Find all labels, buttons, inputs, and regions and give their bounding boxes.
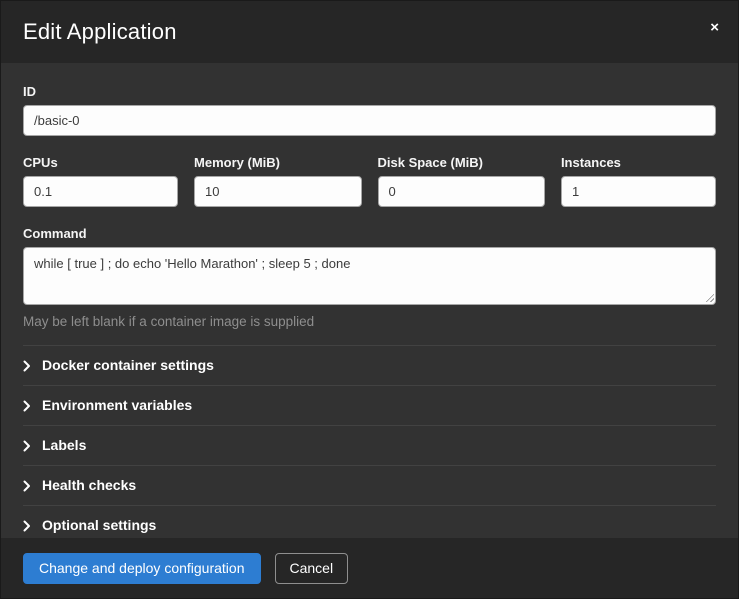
instances-label: Instances [561,155,716,170]
instances-input[interactable] [561,176,716,207]
cancel-button[interactable]: Cancel [275,553,349,584]
cpus-label: CPUs [23,155,178,170]
command-label: Command [23,226,716,241]
id-label: ID [23,84,716,99]
chevron-right-icon [23,360,31,372]
modal-header: Edit Application × [1,1,738,63]
command-textarea-wrap: while [ true ] ; do echo 'Hello Marathon… [23,247,716,305]
id-field-group: ID [23,84,716,136]
memory-input[interactable] [194,176,361,207]
section-optional-settings[interactable]: Optional settings [23,505,716,538]
change-and-deploy-button[interactable]: Change and deploy configuration [23,553,261,584]
modal-title: Edit Application [23,18,716,45]
memory-label: Memory (MiB) [194,155,361,170]
memory-field-group: Memory (MiB) [194,155,361,207]
chevron-right-icon [23,440,31,452]
instances-field-group: Instances [561,155,716,207]
modal-body: ID CPUs Memory (MiB) Disk Space (MiB) In… [1,63,738,538]
section-label: Optional settings [42,517,156,534]
close-icon[interactable]: × [706,18,723,37]
collapsible-sections: Docker container settings Environment va… [23,345,716,538]
command-field-group: Command while [ true ] ; do echo 'Hello … [23,226,716,330]
cpus-input[interactable] [23,176,178,207]
chevron-right-icon [23,400,31,412]
section-label: Labels [42,437,86,454]
cpus-field-group: CPUs [23,155,178,207]
command-help-text: May be left blank if a container image i… [23,314,716,330]
id-input[interactable] [23,105,716,136]
edit-application-modal: Edit Application × ID CPUs Memory (MiB) … [0,0,739,599]
command-textarea[interactable]: while [ true ] ; do echo 'Hello Marathon… [23,247,716,305]
disk-input[interactable] [378,176,545,207]
section-environment-variables[interactable]: Environment variables [23,385,716,425]
section-health-checks[interactable]: Health checks [23,465,716,505]
chevron-right-icon [23,520,31,532]
modal-footer: Change and deploy configuration Cancel [1,538,738,598]
chevron-right-icon [23,480,31,492]
section-label: Health checks [42,477,136,494]
resources-field-row: CPUs Memory (MiB) Disk Space (MiB) Insta… [23,155,716,207]
disk-label: Disk Space (MiB) [378,155,545,170]
section-docker-container-settings[interactable]: Docker container settings [23,345,716,385]
section-label: Environment variables [42,397,192,414]
section-label: Docker container settings [42,357,214,374]
section-labels[interactable]: Labels [23,425,716,465]
disk-field-group: Disk Space (MiB) [378,155,545,207]
